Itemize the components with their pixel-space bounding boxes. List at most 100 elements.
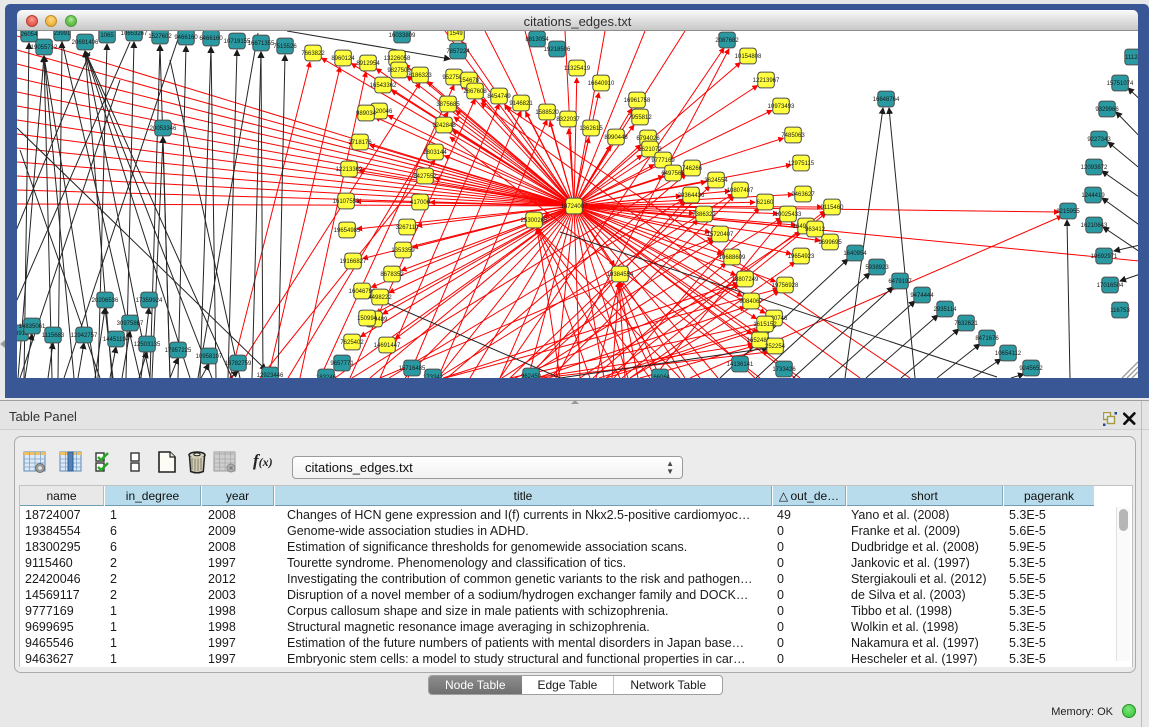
svg-text:9329966: 9329966: [1095, 107, 1119, 113]
svg-text:417006: 417006: [410, 200, 431, 206]
svg-text:16782759: 16782759: [225, 361, 252, 367]
svg-text:7857224: 7857224: [446, 49, 470, 55]
svg-text:7515526: 7515526: [273, 44, 297, 50]
svg-text:252254: 252254: [765, 344, 786, 350]
svg-text:62160: 62160: [757, 200, 774, 206]
svg-text:8215955: 8215955: [1056, 209, 1080, 215]
svg-text:20206536: 20206536: [92, 298, 119, 304]
svg-text:8186323: 8186323: [408, 73, 432, 79]
svg-text:8471676: 8471676: [975, 336, 999, 342]
svg-text:12503135: 12503135: [134, 342, 161, 348]
svg-text:7625402: 7625402: [340, 340, 364, 346]
svg-text:12093872: 12093872: [1081, 165, 1108, 171]
svg-text:12213967: 12213967: [753, 78, 780, 84]
svg-text:9699695: 9699695: [818, 240, 842, 246]
svg-text:11325419: 11325419: [564, 66, 591, 72]
svg-text:19218506: 19218506: [544, 47, 571, 53]
svg-text:14691447: 14691447: [374, 343, 401, 349]
svg-text:1640954: 1640954: [843, 251, 867, 257]
svg-text:10025433: 10025433: [775, 212, 802, 218]
svg-text:9466160: 9466160: [174, 35, 198, 41]
svg-text:173342: 173342: [423, 375, 444, 378]
svg-text:19384554: 19384554: [607, 272, 634, 278]
svg-text:9115460: 9115460: [821, 205, 845, 211]
svg-text:7632621: 7632621: [954, 321, 978, 327]
svg-text:150994: 150994: [357, 316, 378, 322]
svg-text:7663822: 7663822: [301, 51, 325, 57]
svg-text:10154808: 10154808: [735, 54, 762, 60]
svg-text:8912954: 8912954: [356, 61, 380, 67]
svg-text:6479197: 6479197: [888, 279, 912, 285]
svg-text:962450: 962450: [521, 374, 542, 378]
svg-text:16107553: 16107553: [333, 199, 360, 205]
svg-text:19654985: 19654985: [334, 228, 361, 234]
svg-text:18724007: 18724007: [561, 204, 588, 210]
svg-text:1615152: 1615152: [753, 322, 777, 328]
svg-text:12942757: 12942757: [71, 333, 98, 339]
svg-text:3624554: 3624554: [704, 178, 728, 184]
svg-text:12975115: 12975115: [788, 161, 815, 167]
svg-text:8427552: 8427552: [413, 174, 437, 180]
svg-text:8990448: 8990448: [604, 135, 628, 141]
svg-text:8454749: 8454749: [487, 94, 511, 100]
svg-text:7955812: 7955812: [628, 115, 652, 121]
svg-text:18807249: 18807249: [732, 277, 759, 283]
svg-text:10654112: 10654112: [995, 351, 1022, 357]
svg-text:166064: 166064: [650, 375, 671, 378]
svg-text:963412: 963412: [805, 227, 826, 233]
svg-text:14451194: 14451194: [103, 337, 130, 343]
svg-text:2718176: 2718176: [348, 140, 372, 146]
svg-text:20053346: 20053346: [150, 126, 177, 132]
svg-text:1244419: 1244419: [1081, 193, 1105, 199]
svg-text:19654923: 19654923: [788, 254, 815, 260]
svg-text:14835061: 14835061: [19, 324, 46, 330]
svg-text:9242848: 9242848: [432, 123, 456, 129]
svg-text:2087682: 2087682: [715, 38, 739, 44]
svg-text:16640910: 16640910: [588, 81, 615, 87]
svg-text:8678352: 8678352: [380, 272, 404, 278]
svg-text:8813054: 8813054: [525, 37, 549, 43]
svg-text:9245652: 9245652: [1019, 366, 1043, 372]
svg-text:9657771: 9657771: [330, 361, 354, 367]
svg-text:5938923: 5938923: [865, 265, 889, 271]
svg-text:12213369: 12213369: [336, 167, 363, 173]
svg-text:1527602: 1527602: [148, 34, 172, 40]
svg-text:8322037: 8322037: [556, 117, 580, 123]
svg-text:9777169: 9777169: [651, 158, 675, 164]
svg-text:16210643: 16210643: [1081, 223, 1108, 229]
svg-text:11124: 11124: [1125, 55, 1138, 61]
svg-text:9474444: 9474444: [910, 293, 934, 299]
svg-text:8960124: 8960124: [331, 56, 355, 62]
svg-text:10653267: 10653267: [121, 31, 148, 37]
svg-text:989034: 989034: [356, 111, 377, 117]
svg-text:16033809: 16033809: [389, 33, 416, 39]
svg-text:9146821: 9146821: [509, 101, 533, 107]
svg-text:17957225: 17957225: [165, 348, 192, 354]
svg-text:9463627: 9463627: [791, 192, 815, 198]
svg-text:15716485: 15716485: [399, 366, 426, 372]
svg-text:19055712: 19055712: [31, 45, 58, 51]
svg-text:12923446: 12923446: [257, 373, 284, 378]
svg-text:1362615: 1362615: [579, 126, 603, 132]
svg-text:6466160: 6466160: [199, 36, 223, 42]
svg-text:10958107: 10958107: [196, 354, 223, 360]
svg-text:19756928: 19756928: [772, 283, 799, 289]
svg-text:4498222: 4498222: [368, 295, 392, 301]
svg-text:746266: 746266: [682, 166, 703, 172]
svg-text:16648764: 16648764: [873, 97, 900, 103]
svg-text:1353359: 1353359: [391, 248, 415, 254]
svg-text:1065: 1065: [100, 33, 114, 39]
svg-text:17359924: 17359924: [136, 298, 163, 304]
svg-text:2935114: 2935114: [934, 307, 958, 313]
svg-text:20691406: 20691406: [72, 40, 99, 46]
svg-text:14136141: 14136141: [727, 362, 754, 368]
svg-text:30975867: 30975867: [117, 321, 144, 327]
svg-text:1549: 1549: [449, 31, 463, 37]
svg-text:19166827: 19166827: [340, 259, 367, 265]
svg-text:1115683: 1115683: [42, 333, 65, 339]
svg-text:2867608: 2867608: [463, 89, 487, 95]
svg-text:10807487: 10807487: [727, 188, 754, 194]
svg-text:10688609: 10688609: [719, 255, 746, 261]
svg-text:25300265: 25300265: [521, 218, 548, 224]
svg-text:16961758: 16961758: [624, 98, 651, 104]
